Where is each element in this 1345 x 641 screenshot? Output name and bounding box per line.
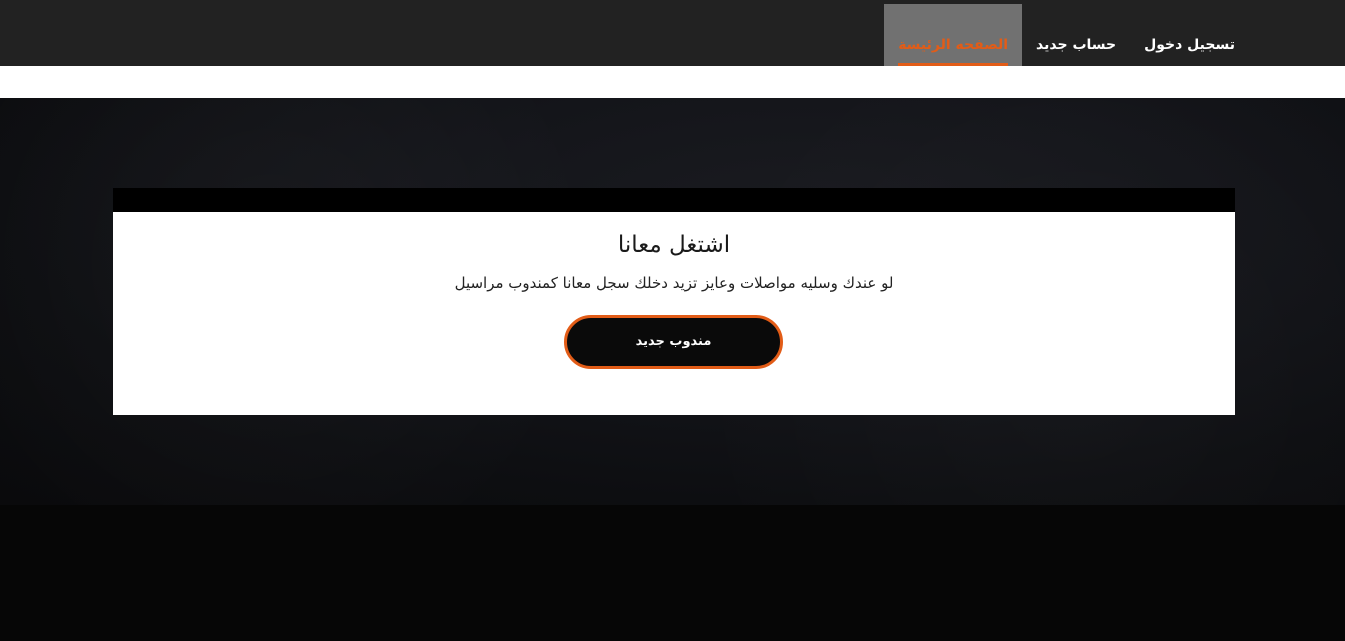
- nav-item-login[interactable]: تسجيل دخول: [1130, 4, 1249, 66]
- nav-item-home[interactable]: الصفحه الرئيسة: [884, 4, 1023, 66]
- nav-item-register[interactable]: حساب جديد: [1022, 4, 1130, 66]
- card-title: اشتغل معانا: [617, 232, 731, 258]
- card-header-bar: [113, 188, 1235, 212]
- join-us-card: اشتغل معانا لو عندك وسليه مواصلات وعايز …: [113, 188, 1235, 415]
- card-description: لو عندك وسليه مواصلات وعايز تزيد دخلك سج…: [454, 274, 894, 292]
- header-spacer: [0, 66, 1345, 98]
- top-navbar: تسجيل دخول حساب جديد الصفحه الرئيسة: [0, 0, 1345, 66]
- page-footer-area: [0, 505, 1345, 641]
- new-courier-button[interactable]: مندوب جديد: [564, 315, 783, 369]
- nav-item-home-label: الصفحه الرئيسة: [898, 37, 1009, 53]
- nav-item-register-label: حساب جديد: [1036, 37, 1117, 53]
- nav-item-login-label: تسجيل دخول: [1144, 37, 1235, 53]
- nav-menu: تسجيل دخول حساب جديد الصفحه الرئيسة: [884, 4, 1249, 66]
